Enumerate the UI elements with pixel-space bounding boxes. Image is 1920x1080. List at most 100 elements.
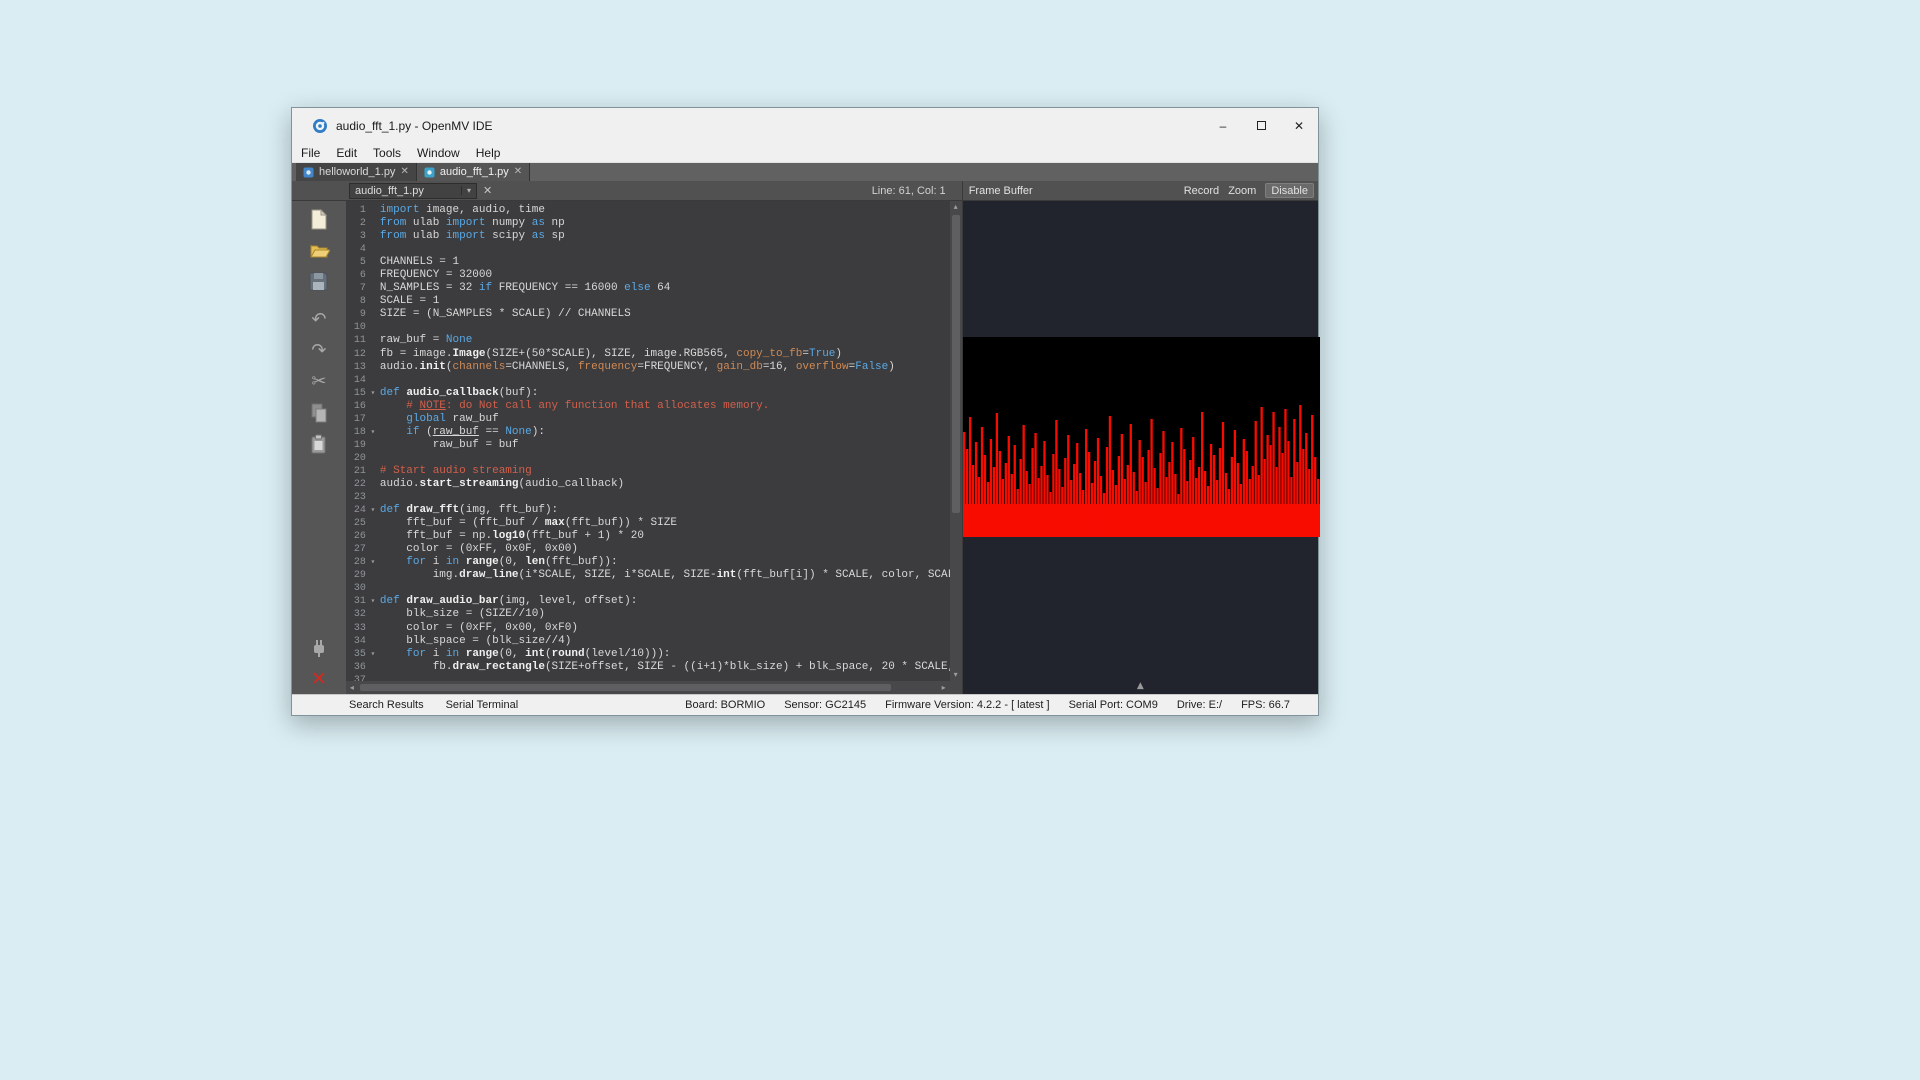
line-number: 13 [346, 361, 366, 374]
cut-button[interactable]: ✂ [306, 370, 332, 394]
tab-helloworld[interactable]: helloworld_1.py ✕ [296, 163, 417, 181]
code-text [380, 491, 950, 504]
fold-spacer [366, 256, 380, 269]
code-text: def draw_fft(img, fft_buf): [380, 504, 950, 517]
fold-spacer [366, 374, 380, 387]
line-number: 21 [346, 465, 366, 478]
cursor-position: Line: 61, Col: 1 [872, 185, 962, 197]
search-results-button[interactable]: Search Results [349, 699, 424, 711]
record-button[interactable]: Record [1184, 185, 1219, 197]
serial-terminal-button[interactable]: Serial Terminal [446, 699, 519, 711]
fold-marker-icon[interactable]: ▾ [366, 556, 380, 569]
code-text [380, 374, 950, 387]
connect-button[interactable] [306, 636, 332, 660]
code-text: fb = image.Image(SIZE+(50*SCALE), SIZE, … [380, 348, 950, 361]
open-file-selector[interactable]: audio_fft_1.py ▾ [349, 183, 477, 199]
new-file-button[interactable] [306, 207, 332, 231]
disconnect-button[interactable]: ✕ [306, 667, 332, 691]
scroll-right-icon[interactable]: ▸ [938, 683, 950, 692]
disable-button[interactable]: Disable [1265, 183, 1314, 198]
code-text: CHANNELS = 1 [380, 256, 950, 269]
scroll-down-icon[interactable]: ▾ [954, 669, 958, 681]
line-number: 30 [346, 582, 366, 595]
vertical-scrollbar-thumb[interactable] [952, 215, 960, 513]
code-text: color = (0xFF, 0x00, 0xF0) [380, 622, 950, 635]
fold-spacer [366, 517, 380, 530]
main-area: ↶ ↷ ✂ [292, 201, 1318, 694]
code-line: 9SIZE = (N_SAMPLES * SCALE) // CHANNELS [346, 308, 950, 321]
vertical-scrollbar[interactable]: ▴ ▾ [950, 201, 962, 681]
code-text: def draw_audio_bar(img, level, offset): [380, 595, 950, 608]
fold-spacer [366, 295, 380, 308]
line-number: 10 [346, 321, 366, 334]
line-number: 11 [346, 334, 366, 347]
code-line: 5CHANNELS = 1 [346, 256, 950, 269]
framebuffer-buttons: Record Zoom Disable [1184, 183, 1314, 198]
tab-close-icon[interactable]: ✕ [400, 167, 408, 177]
menu-item-file[interactable]: File [293, 143, 328, 162]
fold-marker-icon[interactable]: ▾ [366, 504, 380, 517]
code-editor[interactable]: 1import image, audio, time2from ulab imp… [346, 201, 962, 694]
tab-audio-fft[interactable]: audio_fft_1.py ✕ [417, 163, 530, 181]
fold-marker-icon[interactable]: ▾ [366, 595, 380, 608]
line-number: 7 [346, 282, 366, 295]
tab-close-icon[interactable]: ✕ [514, 167, 522, 177]
close-document-button[interactable]: ✕ [483, 184, 492, 197]
openmv-logo-icon [312, 118, 328, 134]
tab-bar: helloworld_1.py ✕ audio_fft_1.py ✕ [292, 163, 1318, 181]
maximize-button[interactable] [1242, 108, 1280, 143]
line-number: 14 [346, 374, 366, 387]
fold-spacer [366, 478, 380, 491]
editor-toolbar-left: audio_fft_1.py ▾ ✕ Line: 61, Col: 1 [292, 181, 962, 200]
line-number: 6 [346, 269, 366, 282]
menu-item-window[interactable]: Window [409, 143, 468, 162]
line-number: 2 [346, 217, 366, 230]
code-text: FREQUENCY = 32000 [380, 269, 950, 282]
undo-button[interactable]: ↶ [306, 308, 332, 332]
fold-spacer [366, 491, 380, 504]
scroll-up-icon[interactable]: ▴ [954, 201, 958, 213]
fold-spacer [366, 269, 380, 282]
menu-item-help[interactable]: Help [468, 143, 509, 162]
line-number: 9 [346, 308, 366, 321]
fold-marker-icon[interactable]: ▾ [366, 387, 380, 400]
fold-spacer [366, 321, 380, 334]
script-file-icon [424, 167, 435, 178]
horizontal-scrollbar[interactable]: ◂ ▸ [346, 681, 950, 694]
line-number: 23 [346, 491, 366, 504]
line-number: 34 [346, 635, 366, 648]
code-line: 28▾ for i in range(0, len(fft_buf)): [346, 556, 950, 569]
scroll-left-icon[interactable]: ◂ [346, 683, 358, 692]
code-line: 6 FREQUENCY = 32000 [346, 269, 950, 282]
line-number: 35 [346, 648, 366, 661]
chevron-down-icon: ▾ [461, 186, 476, 195]
code-line: 1import image, audio, time [346, 204, 950, 217]
zoom-button[interactable]: Zoom [1228, 185, 1256, 197]
code-text: for i in range(0, int(round(level/10))): [380, 648, 950, 661]
fold-spacer [366, 334, 380, 347]
line-number: 32 [346, 608, 366, 621]
code-text: raw_buf = None [380, 334, 950, 347]
fold-spacer [366, 400, 380, 413]
code-line: 13audio.init(channels=CHANNELS, frequenc… [346, 361, 950, 374]
menu-item-edit[interactable]: Edit [328, 143, 365, 162]
title-bar[interactable]: audio_fft_1.py - OpenMV IDE – ✕ [292, 108, 1318, 143]
copy-icon [310, 403, 328, 423]
code-line: 14 [346, 374, 950, 387]
minimize-button[interactable]: – [1204, 108, 1242, 143]
redo-button[interactable]: ↷ [306, 339, 332, 363]
horizontal-scrollbar-thumb[interactable] [360, 684, 891, 691]
close-button[interactable]: ✕ [1280, 108, 1318, 143]
code-text: # NOTE: do Not call any function that al… [380, 400, 950, 413]
copy-button[interactable] [306, 401, 332, 425]
open-file-button[interactable] [306, 238, 332, 262]
paste-button[interactable] [306, 432, 332, 456]
code-line: 3from ulab import scipy as sp [346, 230, 950, 243]
paste-icon [310, 434, 327, 454]
save-file-button[interactable] [306, 269, 332, 293]
fold-marker-icon[interactable]: ▾ [366, 648, 380, 661]
connect-icon [309, 638, 329, 658]
expand-panel-icon[interactable]: ▲ [1137, 681, 1144, 691]
menu-item-tools[interactable]: Tools [365, 143, 409, 162]
fold-marker-icon[interactable]: ▾ [366, 426, 380, 439]
